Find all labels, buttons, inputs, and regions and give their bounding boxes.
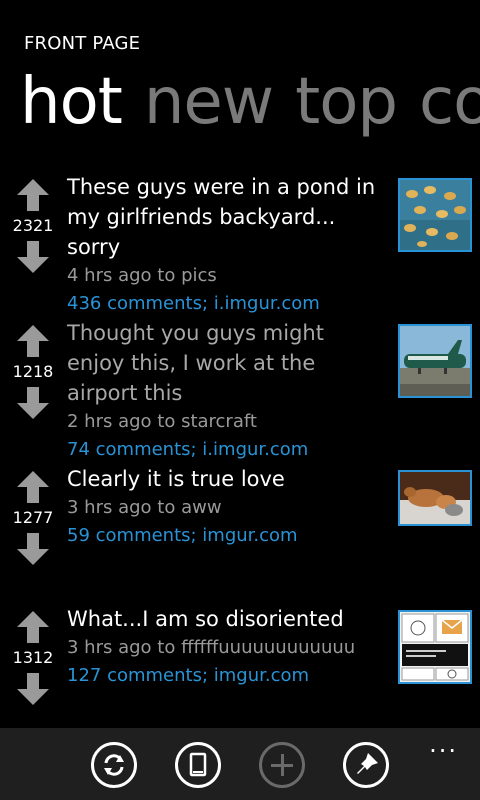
post-title[interactable]: These guys were in a pond in my girlfrie… <box>67 172 387 262</box>
refresh-icon <box>104 754 124 776</box>
post-content[interactable]: Clearly it is true love 3 hrs ago to aww… <box>67 464 387 550</box>
dog-thumbnail[interactable] <box>398 470 472 526</box>
refresh-button[interactable] <box>91 742 137 788</box>
post-comments-link[interactable]: 127 comments; imgur.com <box>67 662 387 690</box>
tablet-icon <box>189 752 207 777</box>
ducks-thumbnail[interactable] <box>398 178 472 252</box>
tab-controversial[interactable]: co <box>419 65 480 139</box>
post-content[interactable]: Thought you guys might enjoy this, I wor… <box>67 318 387 464</box>
post-title[interactable]: What...I am so disoriented <box>67 604 387 634</box>
add-icon <box>271 754 293 776</box>
pin-icon <box>357 753 378 774</box>
post-title[interactable]: Thought you guys might enjoy this, I wor… <box>67 318 387 408</box>
tab-hot[interactable]: hot <box>20 65 123 139</box>
post-meta: 3 hrs ago to ffffffuuuuuuuuuuuu <box>67 637 356 658</box>
comic-thumbnail[interactable] <box>398 610 472 684</box>
post-comments-link[interactable]: 436 comments; i.imgur.com <box>67 290 387 318</box>
score: 1218 <box>12 362 54 381</box>
upvote-arrow-icon[interactable] <box>16 178 50 212</box>
vote-column: 1312 <box>10 610 56 706</box>
tablet-view-button[interactable] <box>175 742 221 788</box>
list-item[interactable]: 1312 What...I am so disoriented 3 hrs ag… <box>0 604 480 744</box>
airplane-thumbnail[interactable] <box>398 324 472 398</box>
downvote-arrow-icon[interactable] <box>16 240 50 274</box>
post-comments-link[interactable]: 59 comments; imgur.com <box>67 522 387 550</box>
vote-column: 1277 <box>10 470 56 566</box>
downvote-arrow-icon[interactable] <box>16 532 50 566</box>
score: 2321 <box>12 216 54 235</box>
list-item[interactable]: 1277 Clearly it is true love 3 hrs ago t… <box>0 464 480 604</box>
pivot-tabs: hot new top co <box>20 62 480 142</box>
upvote-arrow-icon[interactable] <box>16 610 50 644</box>
vote-column: 1218 <box>10 324 56 420</box>
app-bar: ... <box>0 728 480 800</box>
downvote-arrow-icon[interactable] <box>16 386 50 420</box>
post-content[interactable]: These guys were in a pond in my girlfrie… <box>67 172 387 318</box>
post-meta: 2 hrs ago to starcraft <box>67 411 257 432</box>
list-item[interactable]: 2321 These guys were in a pond in my gir… <box>0 172 480 314</box>
score: 1312 <box>12 648 54 667</box>
pin-button[interactable] <box>343 742 389 788</box>
vote-column: 2321 <box>10 178 56 274</box>
post-title[interactable]: Clearly it is true love <box>67 464 387 494</box>
upvote-arrow-icon[interactable] <box>16 324 50 358</box>
add-button[interactable] <box>259 742 305 788</box>
post-meta: 3 hrs ago to aww <box>67 497 222 518</box>
tab-new[interactable]: new <box>144 65 274 139</box>
post-content[interactable]: What...I am so disoriented 3 hrs ago to … <box>67 604 387 690</box>
tab-top[interactable]: top <box>295 65 398 139</box>
page-title: FRONT PAGE <box>24 33 141 54</box>
more-menu-button[interactable]: ... <box>429 732 458 756</box>
post-meta: 4 hrs ago to pics <box>67 265 217 286</box>
downvote-arrow-icon[interactable] <box>16 672 50 706</box>
list-item[interactable]: 1218 Thought you guys might enjoy this, … <box>0 318 480 460</box>
upvote-arrow-icon[interactable] <box>16 470 50 504</box>
post-comments-link[interactable]: 74 comments; i.imgur.com <box>67 436 387 464</box>
score: 1277 <box>12 508 54 527</box>
